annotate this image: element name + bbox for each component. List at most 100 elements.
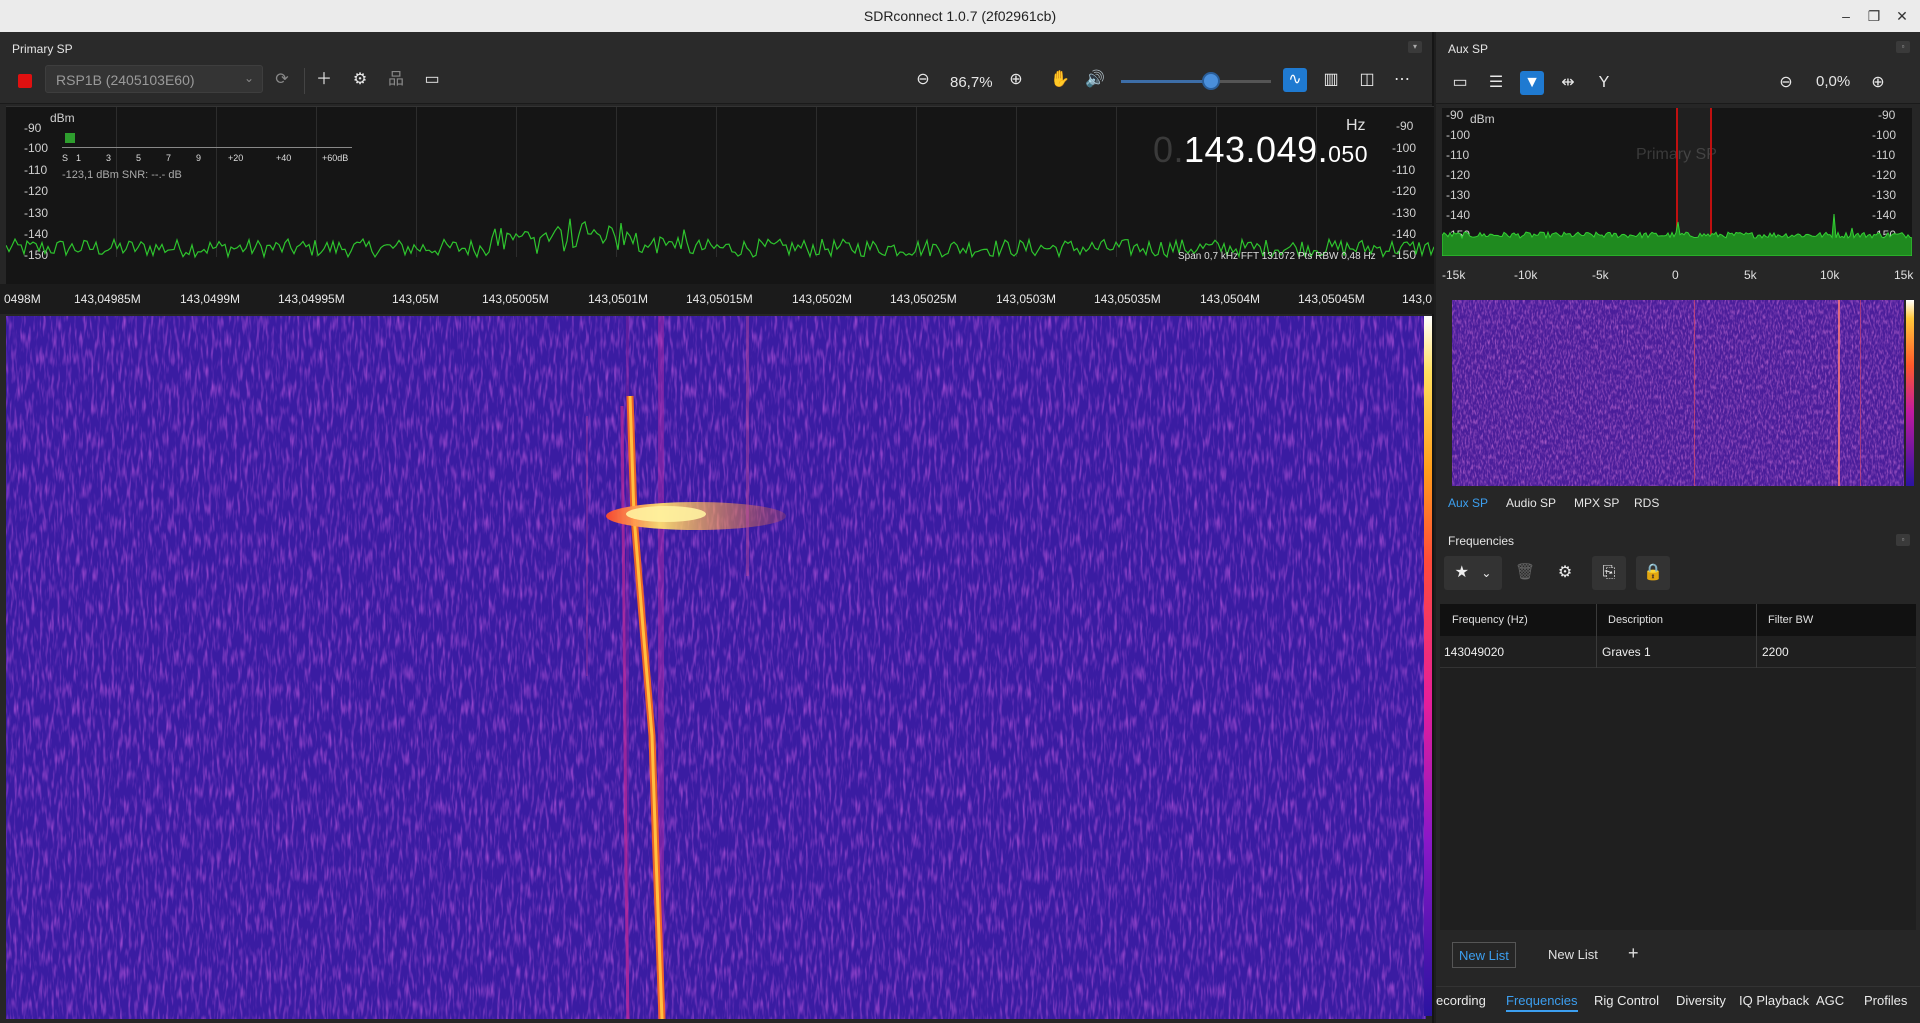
tab-audio-sp[interactable]: Audio SP [1506,496,1556,510]
axis-tick: 143,05015M [686,292,753,306]
close-button[interactable]: ✕ [1892,6,1912,26]
device-select[interactable]: RSP1B (2405103E60) ⌄ [45,65,263,93]
column-divider[interactable] [1596,604,1597,636]
aux-axis-tick: -10k [1514,268,1538,282]
tab-diversity[interactable]: Diversity [1676,993,1726,1008]
volume-icon[interactable]: 🔊 [1083,68,1107,92]
refresh-icon[interactable]: ⟳ [270,68,294,92]
stop-button[interactable] [18,74,32,88]
frequencies-table: Frequency (Hz) Description Filter BW 143… [1440,604,1916,668]
db-tick: -110 [24,163,48,177]
zoom-in-icon[interactable]: ⊕ [1866,71,1890,95]
list-tab-new-list-2[interactable]: New List [1542,942,1604,968]
axis-tick: 143,04995M [278,292,345,306]
hand-pan-icon[interactable]: ✋ [1048,68,1072,92]
aux-tabs: Aux SP Audio SP MPX SP RDS [1436,496,1920,526]
column-header-filter-bw[interactable]: Filter BW [1768,614,1813,626]
axis-tick: 143,0504M [1200,292,1261,306]
axis-tick: 143,05M [392,292,439,306]
frequency-leading-digits: 0. [1152,129,1184,170]
column-header-frequency[interactable]: Frequency (Hz) [1452,614,1528,626]
span-icon[interactable]: ⇹ [1556,71,1580,95]
panel-menu-button[interactable]: ▾ [1408,41,1422,53]
minimize-button[interactable]: – [1836,6,1856,26]
aux-db-tick-right: -100 [1872,128,1897,142]
display-icon[interactable]: ▭ [1448,71,1472,95]
aux-waterfall-colorbar [1906,300,1914,486]
list-tab-new-list-1[interactable]: New List [1452,942,1516,968]
display-icon[interactable]: ▭ [420,68,444,92]
more-icon[interactable]: ⋯ [1390,68,1414,92]
axis-tick: 143,05025M [890,292,957,306]
meter-tick: 7 [166,153,172,163]
favorite-dropdown[interactable]: ★ ⌄ [1444,556,1502,590]
primary-sp-header: Primary SP ▾ [0,32,1432,62]
frequency-axis[interactable]: 0498M 143,04985M 143,0499M 143,04995M 14… [0,284,1434,314]
axis-tick: 143,05005M [482,292,549,306]
antenna-icon[interactable]: Y [1592,71,1616,95]
zoom-out-icon[interactable]: ⊖ [1774,71,1798,95]
filter-icon[interactable]: ▼ [1520,71,1544,95]
aux-db-tick: -110 [1446,148,1470,162]
primary-sp-title: Primary SP [12,42,73,56]
aux-spectrum[interactable]: dBm -90 -100 -110 -120 -130 -140 -150 -9… [1442,108,1912,256]
settings-gears-icon[interactable]: ⚙ [348,68,372,92]
network-icon[interactable]: 品 [384,68,408,92]
volume-slider-knob[interactable] [1202,72,1220,90]
primary-waterfall[interactable] [6,316,1426,1019]
db-tick: -100 [24,141,49,155]
aux-db-tick: -120 [1446,168,1471,182]
waveform-icon[interactable]: ∿ [1283,68,1307,92]
chevron-down-icon: ⌄ [1481,566,1492,580]
add-list-button[interactable]: + [1622,942,1645,968]
volume-slider-fill [1121,80,1213,83]
tab-frequencies[interactable]: Frequencies [1506,993,1578,1012]
axis-tick: 143,0502M [792,292,853,306]
import-icon[interactable]: ⎘ [1592,556,1626,590]
meter-tick: 3 [106,153,112,163]
tab-recording[interactable]: ecording [1436,993,1486,1008]
tab-rig-control[interactable]: Rig Control [1594,993,1659,1008]
zoom-in-icon[interactable]: ⊕ [1004,68,1028,92]
trash-icon[interactable]: 🗑 [1508,556,1542,590]
window-titlebar: SDRconnect 1.0.7 (2f02961cb) – ❐ ✕ [0,0,1920,32]
column-header-description[interactable]: Description [1608,614,1663,626]
lock-icon[interactable]: 🔒 [1636,556,1670,590]
sliders-icon[interactable]: ☰ [1484,71,1508,95]
frequencies-menu-button[interactable]: ▫ [1896,534,1910,546]
tab-mpx-sp[interactable]: MPX SP [1574,496,1619,510]
zoom-value: 86,7% [950,74,993,91]
tuned-frequency[interactable]: 0.143.049.050 [1153,129,1368,171]
bottom-tabs: ecording Frequencies Rig Control Diversi… [1436,986,1920,1016]
aux-frequency-axis[interactable]: -15k -10k -5k 0 5k 10k 15k [1436,268,1920,292]
aux-panel-menu-button[interactable]: ▫ [1896,41,1910,53]
aux-db-tick: -100 [1446,128,1471,142]
column-divider[interactable] [1756,604,1757,636]
restore-button[interactable]: ❐ [1864,6,1884,26]
frequencies-header: Frequencies ▫ [1436,530,1920,552]
db-tick-right: -100 [1392,141,1417,155]
settings-gears-icon[interactable]: ⚙ [1548,556,1582,590]
tab-agc[interactable]: AGC [1816,993,1844,1008]
db-tick-right: -90 [1396,119,1414,133]
tab-profiles[interactable]: Profiles [1864,993,1907,1008]
zoom-out-icon[interactable]: ⊖ [911,68,935,92]
axis-tick: 143,0499M [180,292,241,306]
add-icon[interactable]: ＋ [312,68,336,92]
primary-spectrum[interactable]: dBm -90 -100 -110 -120 -130 -140 -150 -9… [6,106,1434,294]
star-icon: ★ [1454,564,1469,581]
meter-readout: -123,1 dBm SNR: --.- dB [62,169,182,181]
tab-aux-sp[interactable]: Aux SP [1448,496,1488,510]
meter-tick: S [62,153,69,163]
tab-rds[interactable]: RDS [1634,496,1659,510]
split-view-icon[interactable]: ◫ [1355,68,1379,92]
tab-iq-playback[interactable]: IQ Playback [1739,993,1809,1008]
volume-slider-track[interactable] [1213,80,1271,83]
aux-toolbar: ▭ ☰ ▼ ⇹ Y ⊖ 0,0% ⊕ [1436,62,1920,104]
table-row[interactable]: 143049020 Graves 1 2200 [1440,636,1916,668]
table-header: Frequency (Hz) Description Filter BW [1440,604,1916,636]
bar-chart-icon[interactable]: ▥ [1319,68,1343,92]
meter-tick: +20 [228,153,244,163]
aux-waterfall[interactable] [1452,300,1904,486]
signal-meter-scale [62,147,352,148]
